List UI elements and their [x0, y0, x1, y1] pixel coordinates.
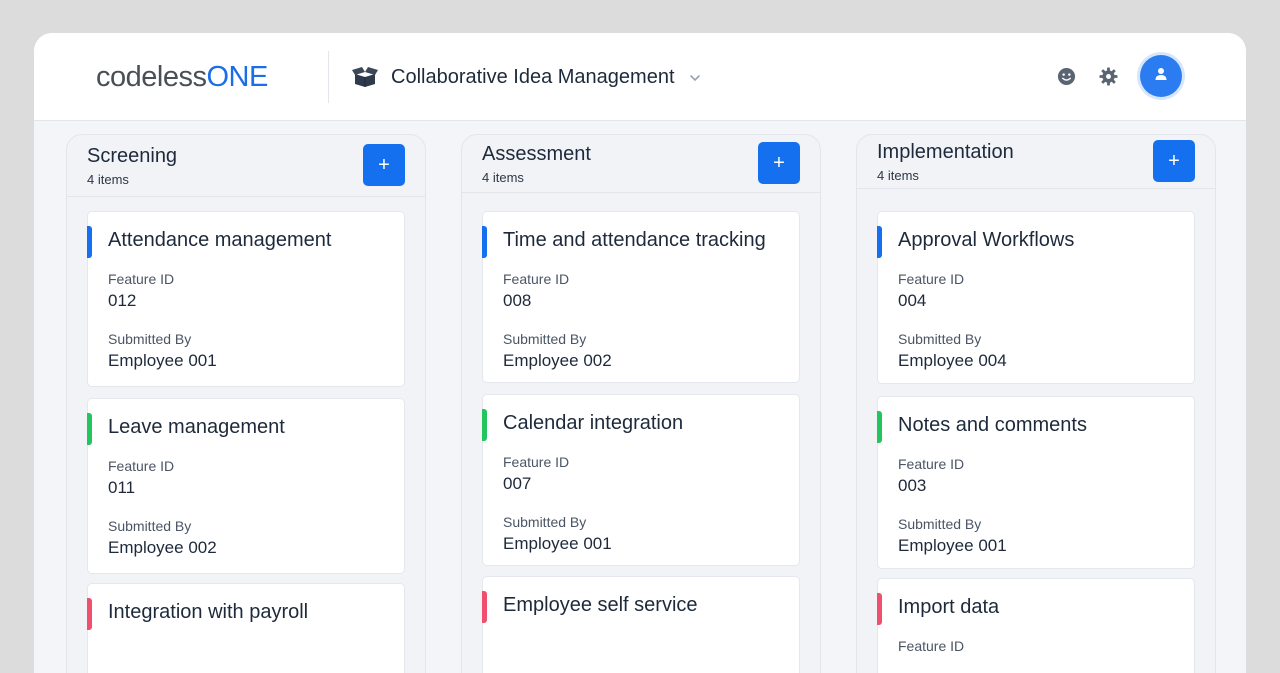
- idea-card[interactable]: Attendance management Feature ID 012 Sub…: [87, 211, 405, 387]
- submitted-by-value: Employee 002: [108, 538, 217, 557]
- submitted-by-value: Employee 002: [503, 351, 612, 370]
- header-actions: [1056, 55, 1182, 97]
- column-item-count: 4 items: [482, 170, 524, 185]
- idea-card[interactable]: Calendar integration Feature ID 007 Subm…: [482, 394, 800, 566]
- feature-id-value: 011: [108, 478, 136, 497]
- column-header: Implementation 4 items +: [857, 135, 1215, 189]
- column-assessment: Assessment 4 items + Time and attendance…: [461, 134, 821, 673]
- box-icon: [351, 66, 379, 88]
- idea-card[interactable]: Approval Workflows Feature ID 004 Submit…: [877, 211, 1195, 384]
- status-bar-green: [482, 409, 487, 441]
- submitted-by-label: Submitted By: [898, 516, 982, 532]
- feature-id-label: Feature ID: [898, 638, 965, 654]
- submitted-by-value: Employee 001: [108, 351, 217, 370]
- app-title: Collaborative Idea Management: [391, 65, 675, 88]
- app-switcher[interactable]: Collaborative Idea Management: [351, 61, 701, 93]
- card-title: Notes and comments: [898, 414, 1087, 436]
- submitted-by-value: Employee 001: [503, 534, 612, 553]
- add-item-button[interactable]: +: [363, 144, 405, 186]
- card-title: Time and attendance tracking: [503, 229, 766, 251]
- status-bar-green: [87, 413, 92, 445]
- feature-id-value: 004: [898, 291, 927, 310]
- add-item-button[interactable]: +: [1153, 140, 1195, 182]
- status-bar-blue: [877, 226, 882, 258]
- column-implementation: Implementation 4 items + Approval Workfl…: [856, 134, 1216, 673]
- submitted-by-value: Employee 004: [898, 351, 1007, 370]
- card-title: Leave management: [108, 416, 285, 438]
- logo-accent: ONE: [206, 61, 268, 93]
- card-title: Integration with payroll: [108, 601, 309, 623]
- smiley-icon[interactable]: [1056, 66, 1076, 86]
- feature-id-label: Feature ID: [108, 271, 175, 287]
- feature-id-label: Feature ID: [503, 454, 570, 470]
- column-item-count: 4 items: [877, 168, 919, 183]
- status-bar-green: [877, 411, 882, 443]
- logo-primary: codeless: [96, 61, 207, 93]
- idea-card[interactable]: Integration with payroll: [87, 583, 405, 673]
- column-title: Screening: [87, 145, 178, 167]
- status-bar-blue: [87, 226, 92, 258]
- feature-id-value: 007: [503, 474, 532, 493]
- card-title: Approval Workflows: [898, 229, 1075, 251]
- feature-id-label: Feature ID: [503, 271, 570, 287]
- column-title: Implementation: [877, 141, 1014, 163]
- card-title: Import data: [898, 596, 1000, 618]
- idea-card[interactable]: Leave management Feature ID 011 Submitte…: [87, 398, 405, 574]
- feature-id-label: Feature ID: [898, 271, 965, 287]
- column-header: Screening 4 items +: [67, 135, 425, 197]
- idea-card[interactable]: Notes and comments Feature ID 003 Submit…: [877, 396, 1195, 569]
- submitted-by-label: Submitted By: [503, 331, 587, 347]
- submitted-by-label: Submitted By: [898, 331, 982, 347]
- idea-card[interactable]: Import data Feature ID: [877, 578, 1195, 673]
- feature-id-label: Feature ID: [108, 458, 175, 474]
- column-header: Assessment 4 items +: [462, 135, 820, 193]
- logo[interactable]: codelessONE: [96, 59, 268, 95]
- card-title: Attendance management: [108, 229, 332, 251]
- status-bar-red: [482, 591, 487, 623]
- card-title: Employee self service: [503, 594, 698, 616]
- idea-card[interactable]: Employee self service: [482, 576, 800, 673]
- feature-id-value: 008: [503, 291, 532, 310]
- user-icon: [1154, 67, 1168, 86]
- status-bar-red: [87, 598, 92, 630]
- submitted-by-label: Submitted By: [503, 514, 587, 530]
- feature-id-label: Feature ID: [898, 456, 965, 472]
- top-bar: codelessONE Collaborative Idea Managemen…: [34, 33, 1246, 121]
- status-bar-red: [877, 593, 882, 625]
- feature-id-value: 003: [898, 476, 927, 495]
- submitted-by-label: Submitted By: [108, 518, 192, 534]
- column-item-count: 4 items: [87, 172, 129, 187]
- chevron-down-icon: [689, 71, 701, 83]
- app-window: codelessONE Collaborative Idea Managemen…: [34, 33, 1246, 673]
- idea-card[interactable]: Time and attendance tracking Feature ID …: [482, 211, 800, 383]
- column-screening: Screening 4 items + Attendance managemen…: [66, 134, 426, 673]
- column-title: Assessment: [482, 143, 591, 165]
- header-divider: [328, 51, 329, 103]
- feature-id-value: 012: [108, 291, 137, 310]
- gear-icon[interactable]: [1098, 66, 1118, 86]
- card-title: Calendar integration: [503, 412, 684, 434]
- add-item-button[interactable]: +: [758, 142, 800, 184]
- status-bar-blue: [482, 226, 487, 258]
- user-avatar[interactable]: [1140, 55, 1182, 97]
- submitted-by-label: Submitted By: [108, 331, 192, 347]
- submitted-by-value: Employee 001: [898, 536, 1007, 555]
